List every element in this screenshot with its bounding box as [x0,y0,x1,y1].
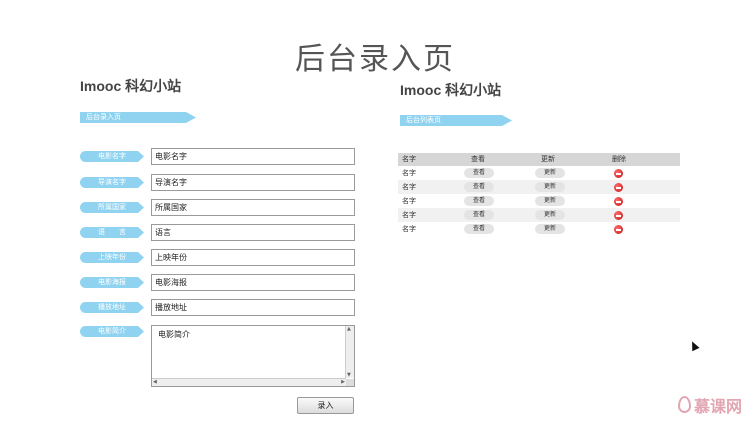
summary-label: 电影简介 [80,326,144,337]
row-name: 名字 [402,197,416,205]
director-input[interactable]: 导演名字 [151,174,355,191]
poster-input[interactable]: 电影海报 [151,274,355,291]
table-row: 名字 查看 更新 [398,208,680,222]
scroll-down-icon: ▼ [347,372,351,378]
view-button[interactable]: 查看 [464,210,494,220]
field-row-country: 所属国家 所属国家 [80,199,355,217]
view-button[interactable]: 查看 [464,224,494,234]
field-row-flash: 播放地址 播放地址 [80,299,355,317]
scroll-right-icon: ▶ [341,379,345,385]
table-row: 名字 查看 更新 [398,180,680,194]
field-label: 电影名字 [80,151,144,162]
row-name: 名字 [402,183,416,191]
table-row: 名字 查看 更新 [398,166,680,180]
update-button[interactable]: 更新 [535,182,565,192]
scroll-up-icon: ▲ [347,326,351,332]
language-input[interactable]: 语言 [151,224,355,241]
country-input[interactable]: 所属国家 [151,199,355,216]
field-label: 导演名字 [80,177,144,188]
delete-icon[interactable] [614,197,623,206]
view-button[interactable]: 查看 [464,182,494,192]
view-button[interactable]: 查看 [464,168,494,178]
update-button[interactable]: 更新 [535,168,565,178]
delete-icon[interactable] [614,169,623,178]
vertical-scrollbar[interactable]: ▲ ▼ [345,326,354,378]
update-button[interactable]: 更新 [535,210,565,220]
table-row: 名字 查看 更新 [398,222,680,236]
scroll-corner [346,379,354,386]
col-view: 查看 [471,155,485,163]
summary-text: 电影简介 [158,330,190,339]
right-ribbon: 后台列表页 [400,115,512,126]
field-row-poster: 电影海报 电影海报 [80,274,355,292]
field-row-language: 语 言 语言 [80,224,355,242]
left-site-title: Imooc 科幻小站 [80,78,182,94]
table-row: 名字 查看 更新 [398,194,680,208]
horizontal-scrollbar[interactable]: ◀ ▶ [152,378,346,386]
update-button[interactable]: 更新 [535,224,565,234]
row-name: 名字 [402,169,416,177]
field-label: 语 言 [80,227,144,238]
field-label: 上映年份 [80,252,144,263]
year-input[interactable]: 上映年份 [151,249,355,266]
field-row-year: 上映年份 上映年份 [80,249,355,267]
update-button[interactable]: 更新 [535,196,565,206]
scroll-left-icon: ◀ [153,379,157,385]
movie-list-table: 名字 查看 更新 删除 名字 查看 更新 名字 查看 更新 名字 查看 更新 名… [398,153,680,236]
summary-textarea[interactable]: 电影简介 ▲ ▼ ◀ ▶ [151,325,355,387]
flash-url-input[interactable]: 播放地址 [151,299,355,316]
row-name: 名字 [402,225,416,233]
right-site-title: Imooc 科幻小站 [400,82,502,98]
delete-icon[interactable] [614,225,623,234]
table-header: 名字 查看 更新 删除 [398,153,680,166]
page-title: 后台录入页 [295,42,455,77]
mouse-cursor-icon [688,339,700,352]
delete-icon[interactable] [614,211,623,220]
field-label: 所属国家 [80,202,144,213]
field-row-director: 导演名字 导演名字 [80,174,355,192]
field-row-movie-name: 电影名字 电影名字 [80,148,355,166]
field-label: 播放地址 [80,302,144,313]
field-label: 电影海报 [80,277,144,288]
view-button[interactable]: 查看 [464,196,494,206]
col-name: 名字 [402,155,416,163]
watermark-text: 慕课网 [693,397,742,416]
movie-name-input[interactable]: 电影名字 [151,148,355,165]
flame-logo-icon [677,396,691,413]
submit-button[interactable]: 录入 [297,397,354,414]
col-update: 更新 [541,155,555,163]
row-name: 名字 [402,211,416,219]
delete-icon[interactable] [614,183,623,192]
col-delete: 删除 [612,155,626,163]
left-ribbon: 后台录入页 [80,112,196,123]
watermark: 慕课网 [677,393,742,417]
